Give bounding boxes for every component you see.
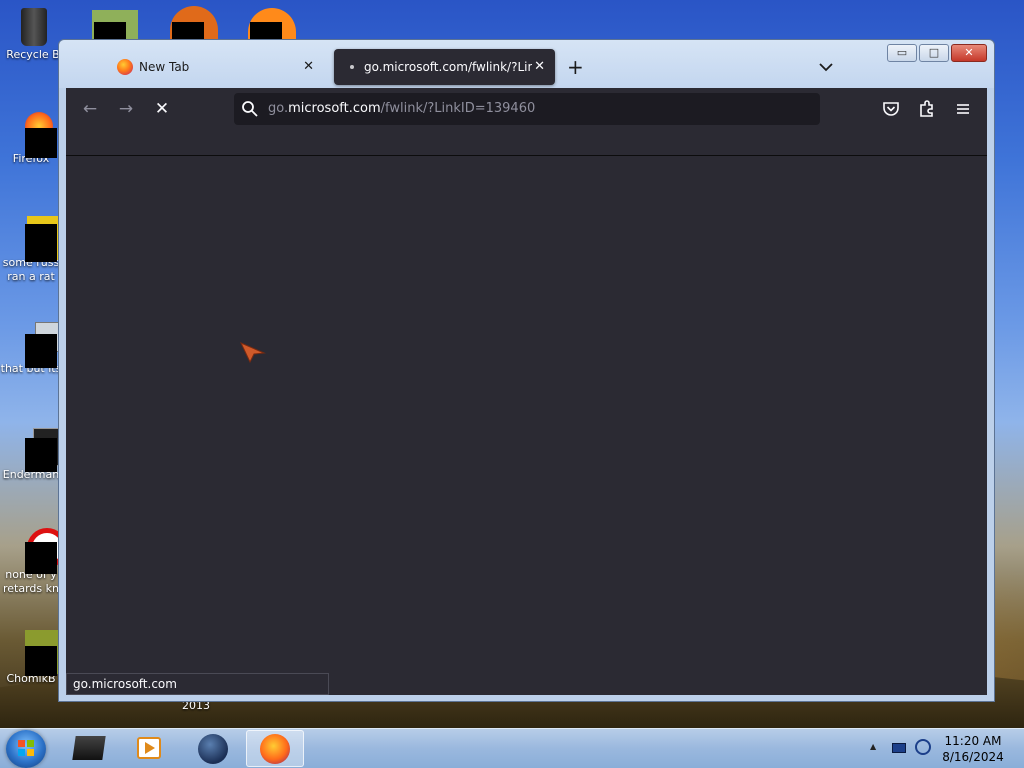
- browser-content: ← → ✕ go.microsoft.com/fwlink/?LinkID=13…: [66, 88, 987, 695]
- url-prefix: go.: [268, 101, 289, 116]
- chomikbox-icon: [11, 630, 69, 676]
- desktop-icon-chomikbox[interactable]: ChomikB: [0, 630, 69, 686]
- show-hidden-icons-button[interactable]: ▲: [870, 742, 876, 751]
- loading-dot-icon: [350, 65, 354, 69]
- opera-icon: [11, 526, 67, 574]
- firefox-favicon-icon: [117, 59, 133, 75]
- list-all-tabs-button[interactable]: [819, 55, 833, 79]
- forward-button[interactable]: →: [114, 97, 138, 121]
- recycle-bin-icon: [13, 6, 53, 46]
- link-status-panel: go.microsoft.com: [66, 673, 329, 695]
- play-icon: [145, 742, 155, 754]
- extensions-icon[interactable]: [915, 97, 939, 121]
- navigation-toolbar: ← → ✕ go.microsoft.com/fwlink/?LinkID=13…: [66, 88, 987, 130]
- tab-label: New Tab: [139, 60, 190, 74]
- windows-logo-icon: [18, 740, 34, 756]
- maximize-button[interactable]: □: [919, 44, 949, 62]
- firefox-window[interactable]: New Tab ✕ go.microsoft.com/fwlink/?LinkI…: [58, 39, 995, 702]
- close-tab-icon[interactable]: ✕: [534, 49, 545, 85]
- url-path: /fwlink/?LinkID=139460: [380, 101, 536, 116]
- close-window-button[interactable]: ✕: [951, 44, 987, 62]
- clock-time: 11:20 AM: [944, 734, 1002, 748]
- firefox-icon: [260, 734, 290, 764]
- desktop-icon-enderman[interactable]: Enderman: [0, 426, 69, 482]
- close-tab-icon[interactable]: ✕: [303, 49, 314, 85]
- desktop-icon-file-1[interactable]: some russ ran a rat: [0, 214, 69, 284]
- firefox-shortcut-icon: [11, 110, 57, 158]
- new-tab-button[interactable]: +: [567, 55, 584, 79]
- mouse-cursor-icon: [240, 342, 266, 363]
- desktop-icon-label: Recycle B: [6, 48, 60, 61]
- taskbar: ▲ 11:20 AM 8/16/2024: [0, 728, 1024, 768]
- desktop-icon-file-3[interactable]: none of y retards kn: [0, 526, 67, 596]
- desktop-icon-file-2[interactable]: that but its: [0, 320, 67, 376]
- window-controls: ▭ □ ✕: [887, 44, 987, 62]
- clock-date: 8/16/2024: [942, 750, 1004, 764]
- stack-icon: [11, 320, 67, 368]
- file-icon: [11, 214, 69, 262]
- app-icon: [72, 736, 106, 760]
- url-host: microsoft.com: [288, 101, 381, 116]
- tab-active-fwlink[interactable]: go.microsoft.com/fwlink/?LinkID=139460 ✕: [334, 49, 555, 85]
- back-button[interactable]: ←: [78, 97, 102, 121]
- tab-new-tab[interactable]: New Tab ✕: [104, 49, 324, 85]
- pocket-icon[interactable]: [879, 97, 903, 121]
- document-icon: [11, 426, 69, 472]
- maximize-icon: □: [928, 46, 940, 59]
- taskbar-firefox[interactable]: [246, 730, 304, 767]
- stop-loading-button[interactable]: ✕: [150, 97, 174, 121]
- close-icon: ✕: [964, 46, 974, 59]
- desktop-icon-recycle-bin[interactable]: Recycle B: [2, 6, 64, 62]
- desktop-icon-partial-1[interactable]: [92, 10, 138, 40]
- minimize-button[interactable]: ▭: [887, 44, 917, 62]
- bookmarks-toolbar: [66, 130, 987, 156]
- taskbar-app-3[interactable]: [184, 730, 242, 767]
- menu-icon[interactable]: [951, 97, 975, 121]
- page-viewport[interactable]: [66, 157, 987, 695]
- start-button[interactable]: [6, 730, 46, 768]
- chevron-down-icon: [819, 63, 833, 72]
- network-icon[interactable]: [915, 739, 931, 755]
- system-clock[interactable]: 11:20 AM 8/16/2024: [940, 733, 1006, 765]
- globe-icon: [198, 734, 228, 764]
- title-bar[interactable]: New Tab ✕ go.microsoft.com/fwlink/?LinkI…: [59, 40, 994, 88]
- desktop-icon-firefox[interactable]: Firefox: [0, 110, 62, 166]
- tab-label: go.microsoft.com/fwlink/?LinkID=139460: [364, 60, 532, 74]
- address-bar[interactable]: go.microsoft.com/fwlink/?LinkID=139460: [234, 93, 820, 125]
- minimize-icon: ▭: [896, 46, 908, 59]
- action-center-icon[interactable]: [892, 743, 906, 753]
- taskbar-app-1[interactable]: [60, 730, 118, 767]
- taskbar-media-player[interactable]: [120, 730, 178, 767]
- search-icon: [242, 101, 258, 117]
- url-text[interactable]: go.microsoft.com/fwlink/?LinkID=139460: [268, 93, 535, 125]
